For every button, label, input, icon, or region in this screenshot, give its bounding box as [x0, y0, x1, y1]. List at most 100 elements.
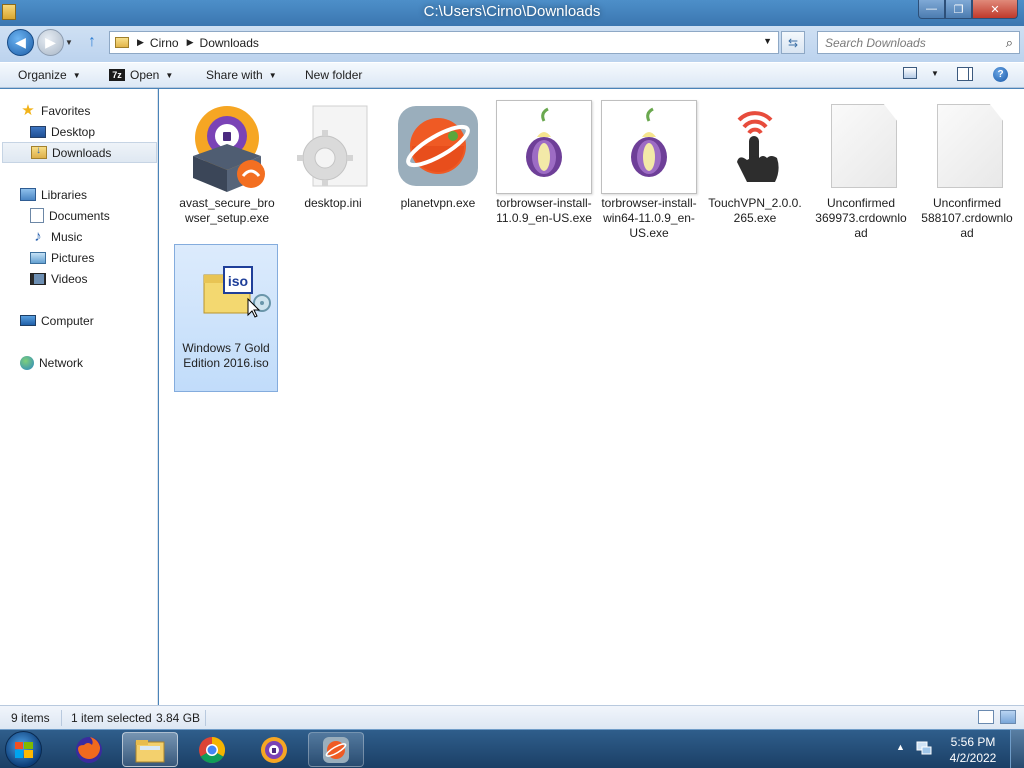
music-note-icon: ♪ — [34, 227, 42, 245]
up-one-level-button[interactable]: ↑ — [88, 33, 96, 51]
blank-document-shape — [831, 104, 897, 188]
search-icon[interactable]: ⌕ — [1006, 35, 1013, 51]
taskbar-firefox[interactable] — [61, 732, 117, 767]
tor-onion-icon — [496, 100, 592, 196]
forward-button[interactable]: ▶ — [37, 29, 64, 56]
file-item[interactable]: Unconfirmed 588107.crdownload — [915, 99, 1019, 247]
window-title: C:\Users\Cirno\Downloads — [423, 3, 601, 20]
breadcrumb-downloads[interactable]: Downloads — [200, 36, 259, 50]
sidebar-item-videos[interactable]: Videos — [0, 268, 157, 289]
organize-menu[interactable]: Organize ▼ — [18, 68, 81, 82]
chevron-down-icon: ▼ — [268, 70, 277, 80]
sidebar-item-label: Videos — [51, 271, 88, 286]
share-with-label: Share with — [206, 68, 263, 82]
open-label: Open — [130, 68, 160, 82]
refresh-button[interactable]: ⇆ — [781, 31, 805, 54]
file-item[interactable]: torbrowser-install-win64-11.0.9_en-US.ex… — [597, 99, 701, 247]
new-folder-button[interactable]: New folder — [305, 68, 362, 82]
chevron-down-icon: ▼ — [165, 70, 174, 80]
sidebar-item-downloads[interactable]: Downloads — [2, 142, 157, 163]
large-icons-view-icon[interactable] — [1000, 710, 1016, 724]
downloads-folder-icon — [31, 145, 47, 159]
sidebar-item-favorites[interactable]: ★ Favorites — [0, 100, 157, 121]
file-name: planetvpn.exe — [400, 196, 476, 210]
computer-icon — [20, 315, 36, 326]
breadcrumb-cirno[interactable]: Cirno — [150, 36, 179, 50]
file-item[interactable]: desktop.ini — [281, 99, 385, 247]
file-name: desktop.ini — [304, 196, 362, 210]
sidebar-item-label: Network — [39, 355, 84, 370]
navigation-bar: ◀ ▶ ▼ ↑ ▶ Cirno ▶ Downloads ▼ ⇆ ⌕ — [0, 26, 1024, 62]
file-list[interactable]: avast_secure_browser_setup.exe desktop.i… — [159, 89, 1024, 705]
sidebar-item-label: Desktop — [51, 124, 96, 139]
blank-file-icon — [813, 100, 909, 196]
network-status-icon[interactable] — [916, 740, 932, 756]
file-item[interactable]: Unconfirmed 369973.crdownload — [809, 99, 913, 247]
sidebar-item-music[interactable]: ♪ Music — [0, 226, 157, 247]
star-icon: ★ — [21, 101, 35, 119]
firefox-icon — [76, 736, 102, 763]
window-titlebar[interactable]: C:\Users\Cirno\Downloads — ❐ ✕ — [0, 0, 1024, 26]
sidebar-item-network[interactable]: Network — [0, 352, 157, 373]
share-with-menu[interactable]: Share with ▼ — [206, 68, 277, 82]
planetvpn-icon — [390, 100, 486, 196]
help-button[interactable]: ? — [993, 67, 1008, 82]
selection-count: 1 item selected — [71, 711, 152, 725]
file-item[interactable]: avast_secure_browser_setup.exe — [175, 99, 279, 247]
show-desktop-button[interactable] — [1010, 730, 1024, 768]
chevron-down-icon: ▼ — [72, 70, 81, 80]
clock-time: 5:56 PM — [950, 735, 996, 749]
open-menu[interactable]: 7z Open ▼ — [109, 68, 173, 82]
breadcrumb-chevron-icon[interactable]: ▶ — [187, 37, 194, 48]
taskbar-chrome[interactable] — [184, 732, 240, 767]
sidebar-item-libraries[interactable]: Libraries — [0, 184, 157, 205]
tor-onion-icon — [601, 100, 697, 196]
libraries-icon — [20, 188, 36, 201]
chrome-icon — [199, 736, 225, 763]
7zip-icon: 7z — [109, 69, 125, 81]
windows-logo-icon — [14, 741, 33, 758]
taskbar-avast-browser[interactable] — [246, 732, 302, 767]
chevron-down-icon[interactable]: ▼ — [931, 69, 939, 78]
sidebar-item-documents[interactable]: Documents — [0, 205, 157, 226]
start-button[interactable] — [5, 731, 42, 768]
planetvpn-icon — [323, 736, 349, 763]
address-history-chevron-down-icon[interactable]: ▼ — [763, 36, 772, 46]
maximize-button[interactable]: ❐ — [945, 0, 972, 19]
search-box[interactable]: ⌕ — [817, 31, 1020, 54]
file-item[interactable]: torbrowser-install-11.0.9_en-US.exe — [492, 99, 596, 247]
sidebar-item-label: Documents — [49, 208, 110, 223]
sidebar-item-computer[interactable]: Computer — [0, 310, 157, 331]
recent-locations-dropdown[interactable]: ▼ — [65, 38, 73, 47]
taskbar-planetvpn[interactable] — [308, 732, 364, 767]
file-name: Unconfirmed 369973.crdownload — [815, 196, 907, 240]
item-count: 9 items — [11, 711, 50, 725]
sidebar-item-pictures[interactable]: Pictures — [0, 247, 157, 268]
taskbar-windows-explorer[interactable] — [122, 732, 178, 767]
sidebar-item-desktop[interactable]: Desktop — [0, 121, 157, 142]
sidebar-item-label: Downloads — [52, 145, 112, 160]
close-button[interactable]: ✕ — [972, 0, 1018, 19]
search-input[interactable] — [818, 32, 993, 53]
minimize-button[interactable]: — — [918, 0, 945, 19]
preview-pane-button[interactable] — [957, 67, 973, 81]
arrow-left-icon: ◀ — [15, 34, 26, 50]
sidebar-item-label: Music — [51, 229, 83, 244]
file-item[interactable]: TouchVPN_2.0.0.265.exe — [703, 99, 807, 247]
file-item[interactable]: planetvpn.exe — [386, 99, 490, 247]
refresh-icon: ⇆ — [787, 35, 799, 50]
show-hidden-icons-chevron-up-icon[interactable]: ▲ — [896, 742, 905, 752]
file-name: Unconfirmed 588107.crdownload — [921, 196, 1013, 240]
file-item-selected[interactable]: iso Windows 7 Gold Edition 2016.iso — [174, 244, 278, 392]
system-clock[interactable]: 5:56 PM 4/2/2022 — [944, 734, 1002, 766]
views-icon — [903, 67, 917, 79]
file-name: torbrowser-install-win64-11.0.9_en-US.ex… — [601, 196, 697, 240]
address-bar[interactable]: ▶ Cirno ▶ Downloads ▼ — [109, 31, 779, 54]
file-name: TouchVPN_2.0.0.265.exe — [708, 196, 802, 225]
change-view-button[interactable]: ▼ — [903, 67, 939, 79]
breadcrumb-chevron-icon[interactable]: ▶ — [137, 37, 144, 48]
details-view-icon[interactable] — [978, 710, 994, 724]
back-button[interactable]: ◀ — [7, 29, 34, 56]
blank-file-icon — [919, 100, 1015, 196]
touchvpn-icon — [707, 100, 803, 196]
